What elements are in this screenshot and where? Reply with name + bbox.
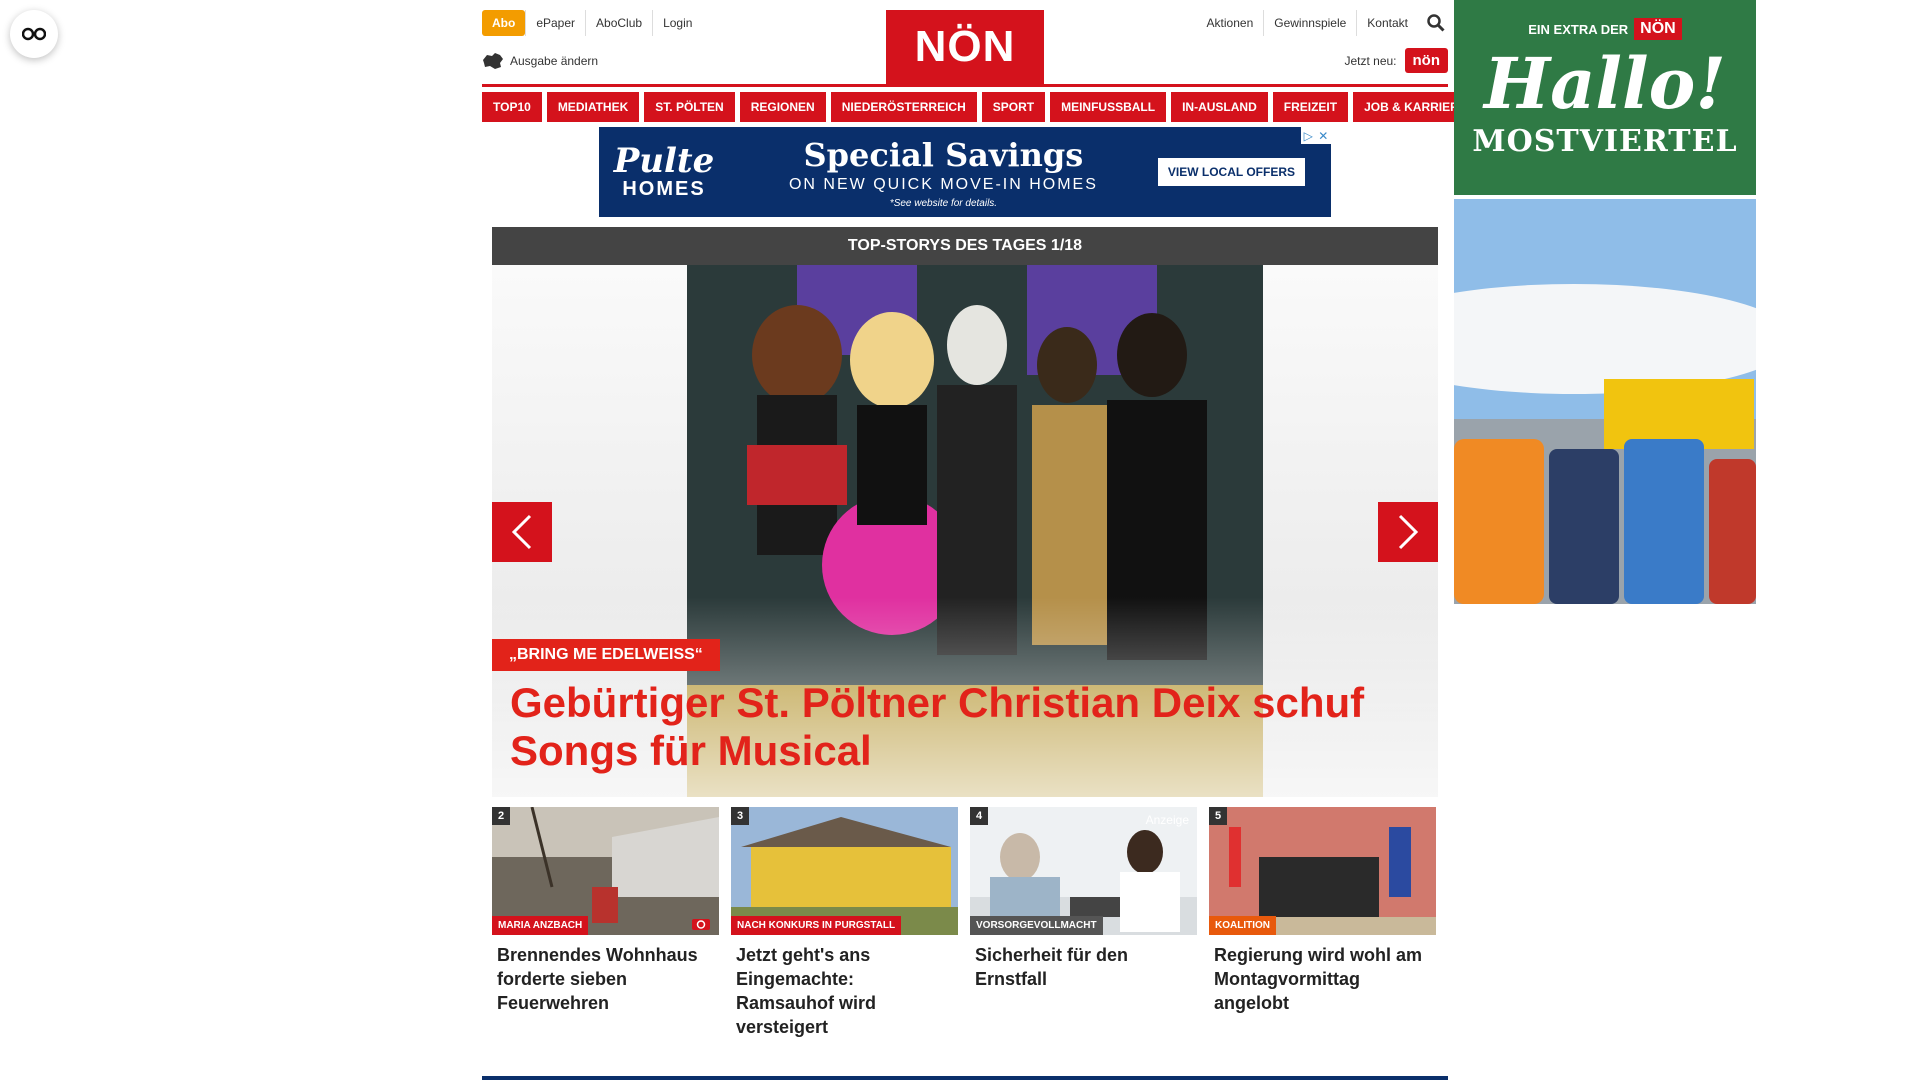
- ad-close-icon[interactable]: ✕: [1318, 129, 1328, 143]
- new-label: Jetzt neu:: [1344, 53, 1397, 68]
- teaser-card[interactable]: 5 KOALITION Regierung wird wohl am Monta…: [1209, 807, 1436, 1039]
- ad-note: *See website for details.: [889, 197, 998, 209]
- teaser-image: 4 Anzeige VORSORGEVOLLMACHT: [970, 807, 1197, 935]
- new-product-logo[interactable]: nön: [1404, 48, 1448, 73]
- hero-story[interactable]: „BRING ME EDELWEISS“ Gebürtiger St. Pölt…: [492, 265, 1438, 797]
- glasses-icon: [22, 27, 46, 41]
- main-column: Abo ePaper AboClub Login Ausgabe ändern …: [482, 0, 1478, 1039]
- teaser-title[interactable]: Brennendes Wohnhaus forderte sieben Feue…: [492, 935, 719, 1015]
- edition-switch[interactable]: Ausgabe ändern: [482, 52, 598, 70]
- noen-logo[interactable]: NÖN: [886, 10, 1044, 84]
- nav-niederoesterreich[interactable]: NIEDERÖSTERREICH: [830, 92, 977, 122]
- rank-badge: 4: [970, 807, 988, 825]
- ad-text: Special Savings ON NEW QUICK MOVE-IN HOM…: [729, 136, 1158, 209]
- teaser-card[interactable]: 2 MARIA ANZBACH Brennendes Wohnhaus ford…: [492, 807, 719, 1039]
- gewinnspiele-link[interactable]: Gewinnspiele: [1263, 10, 1356, 36]
- side-ad-region: MOSTVIERTEL: [1472, 124, 1738, 159]
- side-ad-headline: Hallo!: [1483, 42, 1727, 125]
- nav-freizeit[interactable]: FREIZEIT: [1272, 92, 1349, 122]
- teaser-title[interactable]: Jetzt geht's ans Eingemachte: Ramsauhof …: [731, 935, 958, 1039]
- teaser-row: 2 MARIA ANZBACH Brennendes Wohnhaus ford…: [492, 807, 1438, 1039]
- nav-meinfussball[interactable]: MEINFUSSBALL: [1050, 92, 1167, 122]
- rank-badge: 3: [731, 807, 749, 825]
- carousel-prev-button[interactable]: [492, 502, 552, 562]
- ad-banner[interactable]: Pulte HOMES Special Savings ON NEW QUICK…: [599, 127, 1331, 217]
- abo-button[interactable]: Abo: [482, 10, 526, 36]
- hero-title[interactable]: Gebürtiger St. Pöltner Christian Deix sc…: [510, 679, 1430, 775]
- login-link[interactable]: Login: [652, 10, 702, 36]
- top-right-links: Aktionen Gewinnspiele Kontakt: [1187, 10, 1448, 36]
- search-icon: [1427, 14, 1445, 32]
- bottom-banner-edge: [482, 1076, 1448, 1080]
- side-ad-hallo[interactable]: EIN EXTRA DER NÖN Hallo! MOSTVIERTEL: [1454, 0, 1756, 195]
- side-ad-airport[interactable]: [1454, 199, 1756, 604]
- category-label: NACH KONKURS IN PURGSTALL: [731, 916, 902, 935]
- top-stories: TOP-STORYS DES TAGES 1/18 „BRING ME EDEL…: [492, 227, 1438, 1039]
- rank-badge: 2: [492, 807, 510, 825]
- teaser-card[interactable]: 4 Anzeige VORSORGEVOLLMACHT Sicherheit f…: [970, 807, 1197, 1039]
- accessibility-button[interactable]: [10, 10, 58, 58]
- ad-headline: Special Savings: [803, 135, 1084, 174]
- teaser-title[interactable]: Sicherheit für den Ernstfall: [970, 935, 1197, 991]
- chevron-right-icon: [1398, 514, 1419, 550]
- ad-choices[interactable]: ▷ ✕: [1301, 127, 1331, 144]
- category-label: KOALITION: [1209, 916, 1276, 935]
- teaser-image: 2 MARIA ANZBACH: [492, 807, 719, 935]
- header: Abo ePaper AboClub Login Ausgabe ändern …: [482, 0, 1448, 84]
- epaper-link[interactable]: ePaper: [525, 10, 585, 36]
- ad-info-icon[interactable]: ▷: [1304, 129, 1313, 143]
- top-stories-header: TOP-STORYS DES TAGES 1/18: [492, 227, 1438, 265]
- side-ad-logo: NÖN: [1634, 18, 1682, 40]
- new-product-promo: Jetzt neu: nön: [1344, 48, 1448, 73]
- chevron-left-icon: [511, 514, 532, 550]
- category-label: MARIA ANZBACH: [492, 916, 589, 935]
- ad-brand-logo: Pulte HOMES: [613, 140, 715, 200]
- airport-ad-image: [1454, 199, 1756, 604]
- aboclub-link[interactable]: AboClub: [585, 10, 652, 36]
- kontakt-link[interactable]: Kontakt: [1356, 10, 1418, 36]
- header-divider: [482, 84, 1448, 87]
- nav-top10[interactable]: TOP10: [482, 92, 542, 122]
- camera-icon: [692, 919, 710, 930]
- nav-st-poelten[interactable]: ST. PÖLTEN: [644, 92, 735, 122]
- map-icon: [483, 53, 503, 69]
- top-left-links: Abo ePaper AboClub Login: [482, 10, 702, 36]
- main-nav: TOP10 MEDIATHEK ST. PÖLTEN REGIONEN NIED…: [482, 92, 1478, 122]
- category-label: VORSORGEVOLLMACHT: [970, 916, 1103, 935]
- hero-tag: „BRING ME EDELWEISS“: [492, 639, 720, 671]
- nav-regionen[interactable]: REGIONEN: [739, 92, 826, 122]
- nav-sport[interactable]: SPORT: [981, 92, 1046, 122]
- aktionen-link[interactable]: Aktionen: [1197, 10, 1264, 36]
- teaser-image: 5 KOALITION: [1209, 807, 1436, 935]
- search-button[interactable]: [1424, 11, 1448, 35]
- teaser-title[interactable]: Regierung wird wohl am Montagvormittag a…: [1209, 935, 1436, 1015]
- side-ad-extra: EIN EXTRA DER NÖN: [1454, 18, 1756, 40]
- teaser-card[interactable]: 3 NACH KONKURS IN PURGSTALL Jetzt geht's…: [731, 807, 958, 1039]
- ad-cta-button[interactable]: VIEW LOCAL OFFERS: [1157, 158, 1305, 186]
- nav-mediathek[interactable]: MEDIATHEK: [546, 92, 640, 122]
- ad-badge: Anzeige: [1145, 813, 1189, 827]
- rank-badge: 5: [1209, 807, 1227, 825]
- teaser-image: 3 NACH KONKURS IN PURGSTALL: [731, 807, 958, 935]
- nav-in-ausland[interactable]: IN-AUSLAND: [1171, 92, 1268, 122]
- carousel-next-button[interactable]: [1378, 502, 1438, 562]
- ad-subline: ON NEW QUICK MOVE-IN HOMES: [788, 175, 1098, 193]
- edition-label: Ausgabe ändern: [510, 54, 599, 68]
